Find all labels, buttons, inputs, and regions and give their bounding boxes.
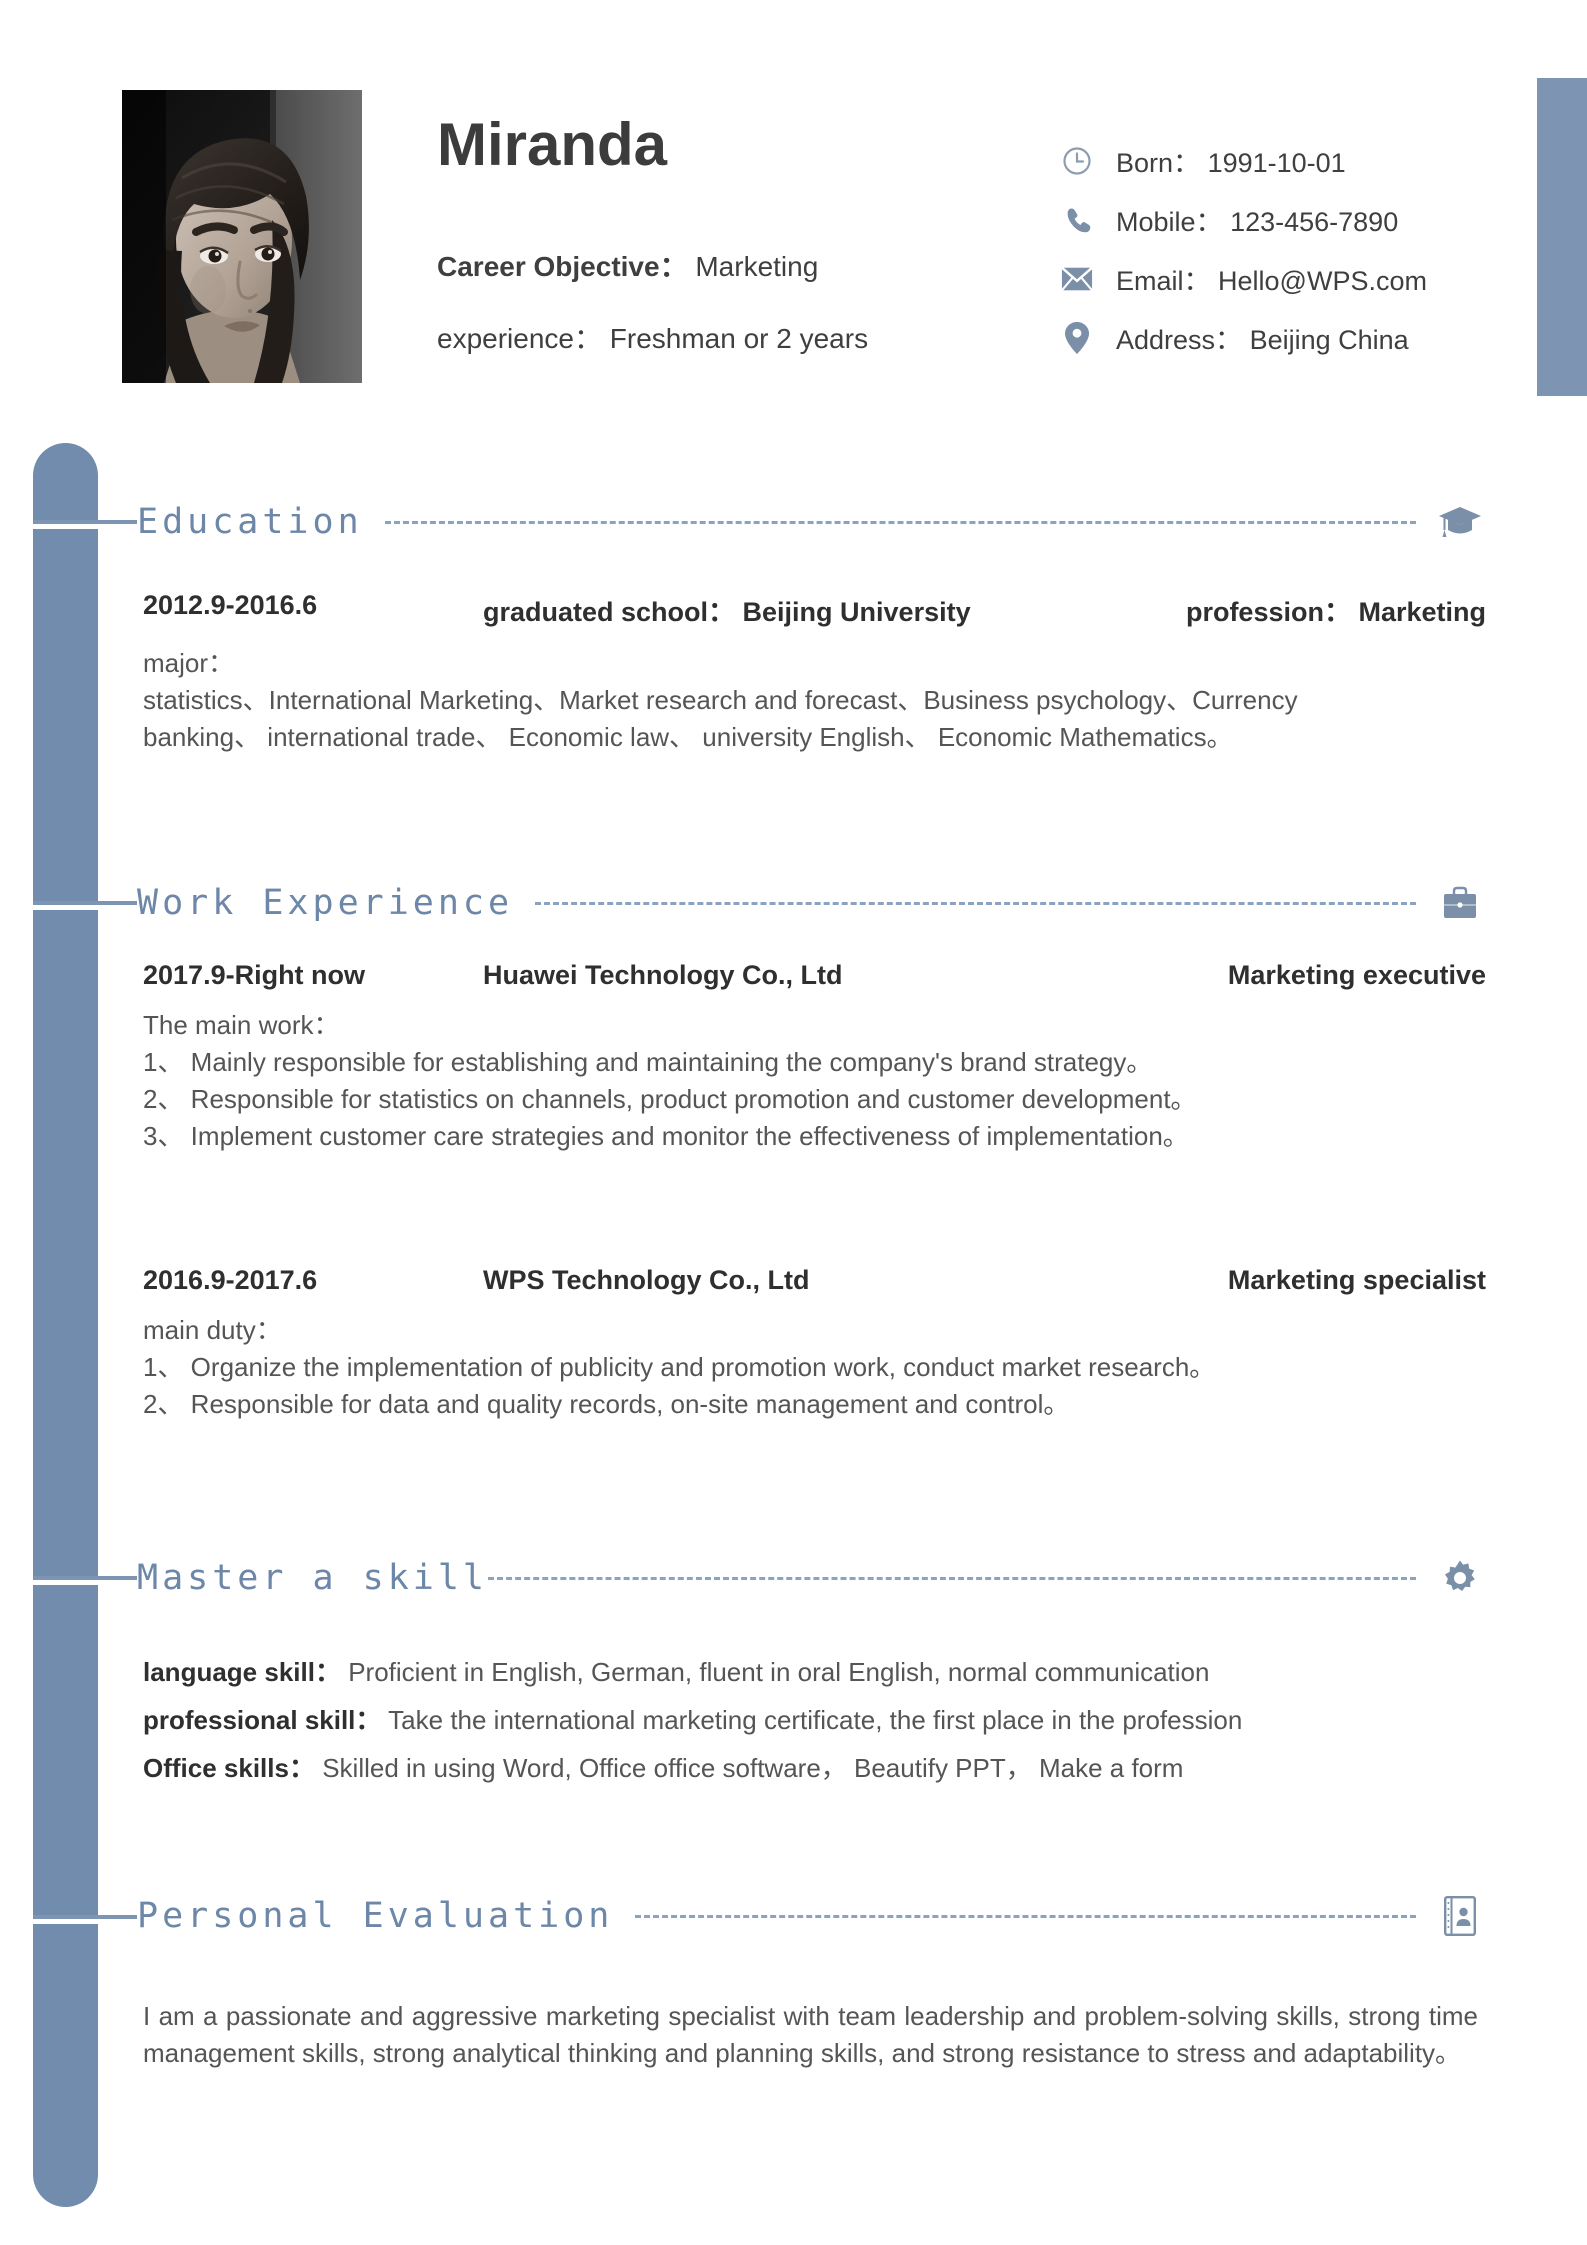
rail-dash-work bbox=[33, 901, 137, 905]
contact-value-address: Beijing China bbox=[1249, 325, 1409, 355]
work-duty-item: 1、 Organize the implementation of public… bbox=[143, 1351, 1216, 1382]
education-block: 2012.9-2016.6 graduated school： Beijing … bbox=[143, 590, 1486, 756]
skill-value-office: Skilled in using Word, Office office sof… bbox=[322, 1752, 1184, 1783]
contact-label-mobile: Mobile： bbox=[1116, 207, 1223, 237]
section-divider-work bbox=[535, 901, 1416, 905]
rail-dash-evaluation bbox=[33, 1915, 137, 1919]
section-header-skills: Master a skill bbox=[137, 1550, 1482, 1606]
skill-label-office: Office skills： bbox=[143, 1752, 315, 1783]
envelope-icon bbox=[1058, 260, 1096, 298]
education-profession: profession： Marketing bbox=[1185, 597, 1486, 627]
career-objective: Career Objective： Marketing bbox=[437, 245, 818, 285]
section-title-work: Work Experience bbox=[137, 882, 514, 923]
contact-value-email: Hello@WPS.com bbox=[1218, 266, 1427, 296]
contact-row-born: Born： 1991-10-01 bbox=[1058, 131, 1427, 190]
id-card-icon bbox=[1438, 1894, 1482, 1938]
work-dates-2: 2016.9-2017.6 bbox=[143, 1265, 318, 1295]
education-major-line-2: banking、 international trade、 Economic l… bbox=[143, 721, 1233, 752]
education-school: graduated school： Beijing University bbox=[483, 597, 971, 627]
education-dates: 2012.9-2016.6 bbox=[143, 590, 318, 620]
work-row-2: 2016.9-2017.6 WPS Technology Co., Ltd Ma… bbox=[143, 1265, 1486, 1296]
contact-label-email: Email： bbox=[1116, 266, 1211, 296]
evaluation-block: I am a passionate and aggressive marketi… bbox=[143, 1998, 1478, 2072]
section-header-work: Work Experience bbox=[137, 875, 1482, 931]
work-duty-item: 3、 Implement customer care strategies an… bbox=[143, 1120, 1189, 1151]
skill-value-language: Proficient in English, German, fluent in… bbox=[348, 1657, 1210, 1687]
contact-row-address: Address： Beijing China bbox=[1058, 308, 1427, 367]
left-accent-rail bbox=[33, 443, 98, 2207]
graduation-cap-icon bbox=[1438, 500, 1482, 544]
experience-label: experience： bbox=[437, 323, 602, 354]
location-icon bbox=[1058, 319, 1096, 357]
avatar bbox=[122, 90, 362, 383]
section-header-evaluation: Personal Evaluation bbox=[137, 1888, 1482, 1944]
section-title-evaluation: Personal Evaluation bbox=[137, 1895, 614, 1936]
experience-summary: experience： Freshman or 2 years bbox=[437, 317, 868, 357]
evaluation-text: I am a passionate and aggressive marketi… bbox=[143, 2001, 1478, 2068]
skills-block: language skill： Proficient in English, G… bbox=[143, 1655, 1486, 1799]
work-duty-label-2: main duty： bbox=[143, 1315, 282, 1345]
resume-header: Miranda Career Objective： Marketing expe… bbox=[0, 0, 1587, 400]
rail-dash-education bbox=[33, 520, 137, 524]
career-objective-label: Career Objective： bbox=[437, 251, 688, 282]
skill-label-professional: professional skill： bbox=[143, 1704, 382, 1735]
phone-icon bbox=[1058, 201, 1096, 239]
work-row-1: 2017.9-Right now Huawei Technology Co., … bbox=[143, 960, 1486, 991]
contact-label-born: Born： bbox=[1116, 148, 1201, 178]
contact-row-email: Email： Hello@WPS.com bbox=[1058, 249, 1427, 308]
section-divider-evaluation bbox=[635, 1914, 1416, 1918]
section-title-skills: Master a skill bbox=[137, 1557, 489, 1598]
skill-value-professional: Take the international marketing certifi… bbox=[388, 1704, 1243, 1735]
rail-dash-skills bbox=[33, 1576, 137, 1580]
work-duty-item: 1、 Mainly responsible for establishing a… bbox=[143, 1046, 1153, 1077]
skill-item: professional skill： Take the internation… bbox=[143, 1703, 1486, 1739]
work-duty-item: 2、 Responsible for statistics on channel… bbox=[143, 1083, 1197, 1114]
work-duty-label-1: The main work： bbox=[143, 1010, 340, 1040]
page-title: Miranda bbox=[437, 111, 668, 178]
contact-list: Born： 1991-10-01 Mobile： 123-456-7890 Em… bbox=[1058, 131, 1427, 367]
contact-value-born: 1991-10-01 bbox=[1207, 148, 1346, 178]
section-divider-skills bbox=[488, 1576, 1416, 1580]
clock-icon bbox=[1058, 142, 1096, 180]
work-role-1: Marketing executive bbox=[1227, 960, 1486, 990]
education-major-line-1: statistics、International Marketing、Marke… bbox=[143, 684, 1298, 715]
education-row: 2012.9-2016.6 graduated school： Beijing … bbox=[143, 590, 1486, 629]
work-company-1: Huawei Technology Co., Ltd bbox=[483, 960, 843, 990]
section-header-education: Education bbox=[137, 494, 1482, 550]
education-major-label: major： bbox=[143, 648, 235, 678]
briefcase-icon bbox=[1438, 881, 1482, 925]
skill-item: language skill： Proficient in English, G… bbox=[143, 1655, 1486, 1691]
skill-label-language: language skill： bbox=[143, 1657, 341, 1687]
section-title-education: Education bbox=[137, 501, 363, 542]
section-divider-education bbox=[384, 520, 1416, 524]
gear-icon bbox=[1438, 1556, 1482, 1600]
work-role-2: Marketing specialist bbox=[1227, 1265, 1486, 1295]
work-block-1: 2017.9-Right now Huawei Technology Co., … bbox=[143, 960, 1486, 1155]
work-block-2: 2016.9-2017.6 WPS Technology Co., Ltd Ma… bbox=[143, 1265, 1486, 1423]
work-dates-1: 2017.9-Right now bbox=[143, 960, 366, 990]
skill-item: Office skills： Skilled in using Word, Of… bbox=[143, 1751, 1486, 1787]
contact-row-mobile: Mobile： 123-456-7890 bbox=[1058, 190, 1427, 249]
work-company-2: WPS Technology Co., Ltd bbox=[483, 1265, 810, 1295]
contact-value-mobile: 123-456-7890 bbox=[1230, 207, 1399, 237]
contact-label-address: Address： bbox=[1116, 325, 1243, 355]
work-duty-item: 2、 Responsible for data and quality reco… bbox=[143, 1388, 1070, 1419]
career-objective-value: Marketing bbox=[695, 251, 819, 282]
experience-value: Freshman or 2 years bbox=[609, 323, 869, 354]
